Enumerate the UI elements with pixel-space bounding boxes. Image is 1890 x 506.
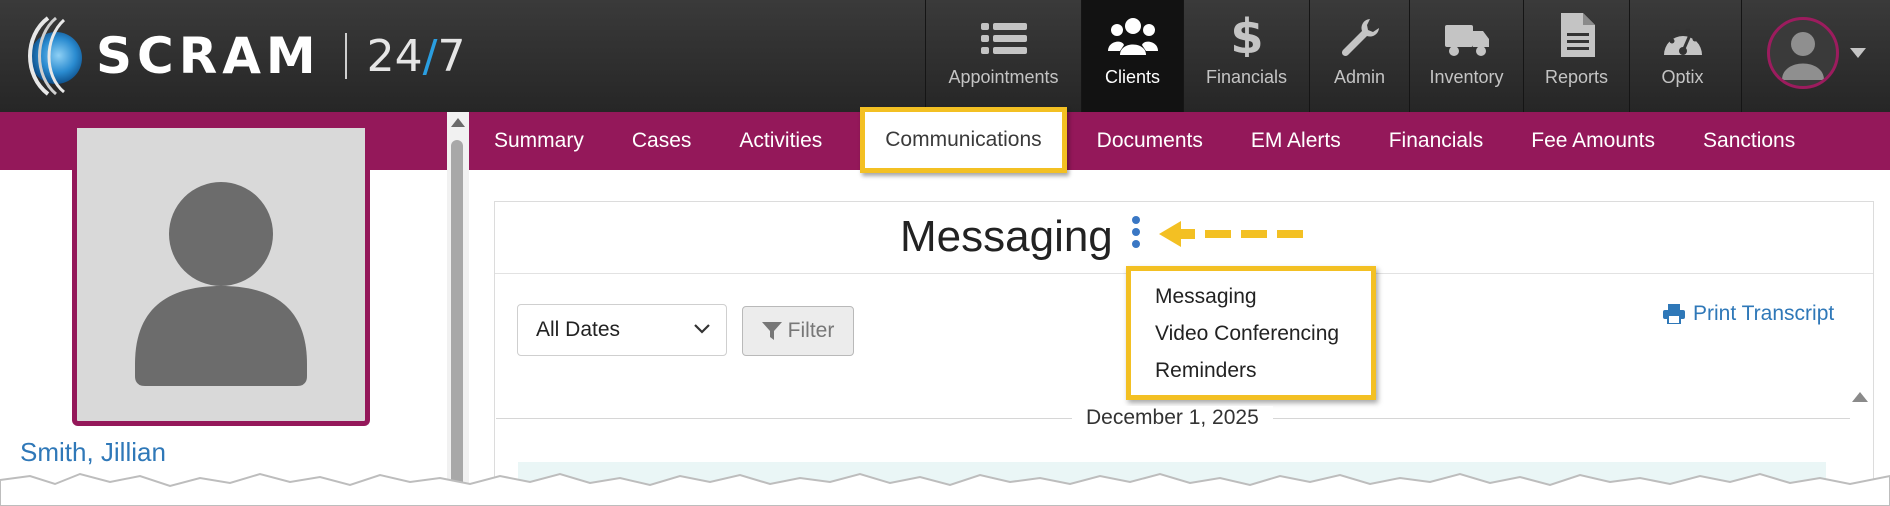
brand-name: SCRAM <box>96 27 321 85</box>
chevron-down-icon <box>694 324 710 334</box>
card-header: Messaging <box>495 202 1873 274</box>
list-icon <box>980 23 1027 54</box>
app-window: SCRAM 24/7 Appointments Clients $ Financ… <box>0 0 1890 506</box>
date-header: December 1, 2025 <box>1072 406 1273 430</box>
nav-label: Admin <box>1333 67 1386 87</box>
client-photo <box>72 128 370 426</box>
logo-divider <box>344 33 347 79</box>
nav-label: Reports <box>1544 67 1609 87</box>
filter-label: Filter <box>787 319 835 342</box>
tab-documents[interactable]: Documents <box>1073 112 1227 170</box>
top-bar: SCRAM 24/7 Appointments Clients $ Financ… <box>0 0 1890 112</box>
logo[interactable]: SCRAM 24/7 <box>18 14 466 98</box>
tab-cases[interactable]: Cases <box>608 112 716 170</box>
dollar-icon: $ <box>1232 13 1262 57</box>
tab-fee-amounts[interactable]: Fee Amounts <box>1507 112 1679 170</box>
nav-label: Appointments <box>948 67 1059 87</box>
client-tabs: Summary Cases Activities Communications … <box>470 107 1819 173</box>
avatar <box>1767 17 1839 89</box>
brand-suffix: 24/7 <box>366 30 466 82</box>
nav-admin[interactable]: Admin <box>1309 0 1409 112</box>
gauge-icon <box>1663 28 1702 55</box>
nav-label: Financials <box>1205 67 1288 87</box>
nav-inventory[interactable]: Inventory <box>1409 0 1523 112</box>
printer-icon <box>1663 304 1685 324</box>
dropdown-item-messaging[interactable]: Messaging <box>1131 283 1371 320</box>
user-icon <box>1782 32 1824 80</box>
wrench-icon <box>1341 19 1379 57</box>
main-nav: Appointments Clients $ Financials Admin … <box>925 0 1735 112</box>
print-label: Print Transcript <box>1693 302 1835 325</box>
nav-label: Optix <box>1661 67 1704 87</box>
truck-icon <box>1444 25 1489 56</box>
nav-financials[interactable]: $ Financials <box>1183 0 1309 112</box>
dropdown-item-reminders[interactable]: Reminders <box>1131 357 1371 394</box>
nav-appointments[interactable]: Appointments <box>925 0 1081 112</box>
arrow-left-icon <box>1159 221 1303 247</box>
user-menu[interactable] <box>1741 0 1890 112</box>
date-range-value: All Dates <box>536 318 621 341</box>
scroll-up-icon[interactable] <box>1852 392 1868 402</box>
nav-label: Inventory <box>1429 67 1504 87</box>
tab-sanctions[interactable]: Sanctions <box>1679 112 1819 170</box>
tab-em-alerts[interactable]: EM Alerts <box>1227 112 1365 170</box>
nav-reports[interactable]: Reports <box>1523 0 1629 112</box>
sidebar-scrollbar[interactable] <box>447 112 469 506</box>
user-placeholder-icon <box>135 182 307 386</box>
scroll-thumb[interactable] <box>451 140 463 506</box>
torn-edge-decoration <box>0 472 1890 506</box>
nav-optix[interactable]: Optix <box>1629 0 1735 112</box>
page-title: Messaging <box>900 212 1113 261</box>
users-icon <box>1107 18 1158 55</box>
tab-activities[interactable]: Activities <box>715 112 846 170</box>
filter-button[interactable]: Filter <box>742 306 854 356</box>
svg-text:$: $ <box>1232 13 1262 57</box>
document-icon <box>1560 13 1595 57</box>
print-transcript-link[interactable]: Print Transcript <box>1663 302 1834 326</box>
tab-communications[interactable]: Communications <box>860 107 1067 173</box>
communications-dropdown: Messaging Video Conferencing Reminders <box>1126 266 1376 400</box>
tab-financials[interactable]: Financials <box>1365 112 1508 170</box>
scram-logo-icon <box>18 14 82 98</box>
scroll-up-icon[interactable] <box>451 118 465 127</box>
date-range-select[interactable]: All Dates <box>517 304 727 356</box>
dropdown-item-video-conferencing[interactable]: Video Conferencing <box>1131 320 1371 357</box>
chevron-down-icon <box>1850 48 1866 58</box>
nav-clients[interactable]: Clients <box>1081 0 1183 112</box>
kebab-menu-icon[interactable] <box>1132 216 1142 256</box>
tab-summary[interactable]: Summary <box>470 112 608 170</box>
filter-icon <box>761 322 782 340</box>
nav-label: Clients <box>1104 67 1161 87</box>
client-name-link[interactable]: Smith, Jillian <box>20 437 166 468</box>
